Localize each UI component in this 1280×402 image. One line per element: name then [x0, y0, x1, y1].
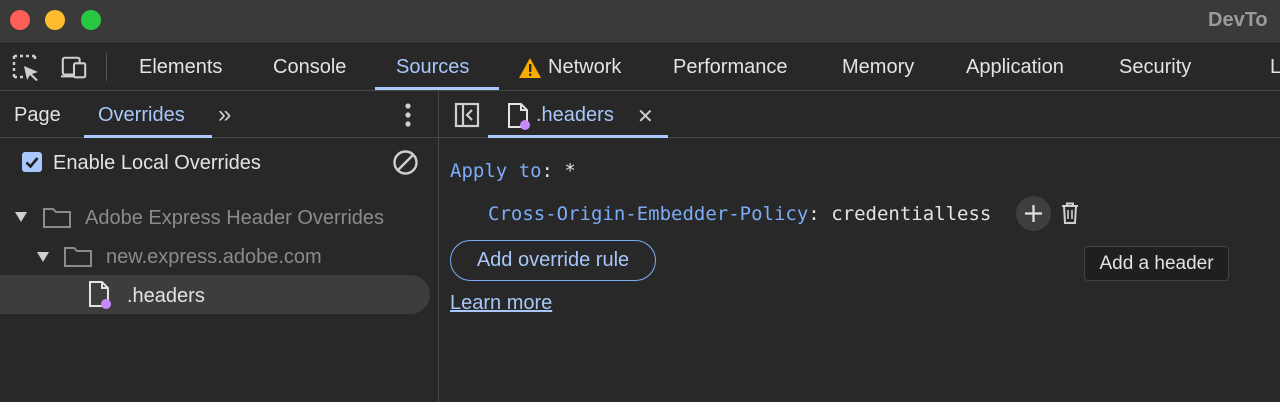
enable-overrides-checkbox[interactable] — [22, 152, 42, 172]
editor-tab-headers[interactable]: .headers — [536, 104, 614, 127]
checkmark-icon — [25, 157, 39, 169]
tab-elements[interactable]: Elements — [139, 56, 222, 79]
header-row: Cross-Origin-Embedder-Policy: credential… — [488, 203, 991, 225]
tree-item-domain[interactable]: new.express.adobe.com — [106, 246, 322, 269]
add-header-tooltip: Add a header — [1084, 246, 1229, 281]
tree-item-headers-file[interactable]: .headers — [127, 285, 205, 308]
toolbar-divider — [106, 53, 107, 81]
colon-separator: : — [541, 160, 565, 182]
header-value[interactable]: credentialless — [831, 203, 991, 225]
more-options-icon[interactable] — [398, 102, 418, 128]
window-title: DevTo — [1208, 9, 1268, 31]
plus-icon — [1025, 205, 1042, 222]
tab-overrides[interactable]: Overrides — [98, 104, 185, 127]
tab-performance[interactable]: Performance — [673, 56, 788, 79]
tab-sources[interactable]: Sources — [396, 56, 469, 79]
close-tab-icon[interactable]: ✕ — [637, 104, 654, 129]
more-tabs-chevron-icon[interactable]: » — [218, 101, 231, 129]
add-override-rule-button[interactable]: Add override rule — [450, 240, 656, 281]
file-icon — [89, 281, 111, 309]
header-name[interactable]: Cross-Origin-Embedder-Policy — [488, 203, 808, 225]
trash-icon[interactable] — [1060, 201, 1080, 225]
tab-console[interactable]: Console — [273, 56, 346, 79]
colon-separator: : — [808, 203, 832, 225]
folder-icon — [64, 247, 92, 267]
tab-lighthouse-partial[interactable]: L — [1270, 56, 1280, 79]
zoom-window-button[interactable] — [81, 10, 101, 30]
overrides-tab-indicator — [84, 135, 212, 138]
enable-overrides-label: Enable Local Overrides — [53, 152, 261, 174]
expand-arrow-icon[interactable] — [14, 211, 28, 223]
editor-tab-indicator — [488, 135, 668, 138]
selected-tab-indicator — [375, 87, 499, 90]
close-window-button[interactable] — [10, 10, 30, 30]
apply-to-row: Apply to: * — [450, 160, 576, 182]
file-icon — [508, 103, 530, 130]
apply-to-pattern[interactable]: * — [564, 160, 575, 182]
tree-item-headers-row[interactable] — [0, 275, 430, 314]
folder-icon — [43, 208, 71, 228]
tab-application[interactable]: Application — [966, 56, 1064, 79]
inspect-element-icon[interactable] — [12, 54, 40, 82]
expand-arrow-icon[interactable] — [36, 251, 50, 263]
learn-more-link[interactable]: Learn more — [450, 292, 552, 315]
tab-memory[interactable]: Memory — [842, 56, 914, 79]
tab-network[interactable]: Network — [548, 56, 621, 79]
device-toolbar-icon[interactable] — [60, 54, 88, 82]
title-bar — [0, 0, 1280, 44]
add-header-button[interactable] — [1016, 196, 1051, 231]
toggle-navigator-icon[interactable] — [454, 102, 480, 128]
apply-to-label: Apply to — [450, 160, 542, 182]
warning-icon — [519, 58, 541, 78]
tab-security[interactable]: Security — [1119, 56, 1191, 79]
tab-page[interactable]: Page — [14, 104, 61, 127]
clear-overrides-icon[interactable] — [392, 149, 419, 176]
tree-item-folder[interactable]: Adobe Express Header Overrides — [85, 207, 384, 230]
minimize-window-button[interactable] — [45, 10, 65, 30]
